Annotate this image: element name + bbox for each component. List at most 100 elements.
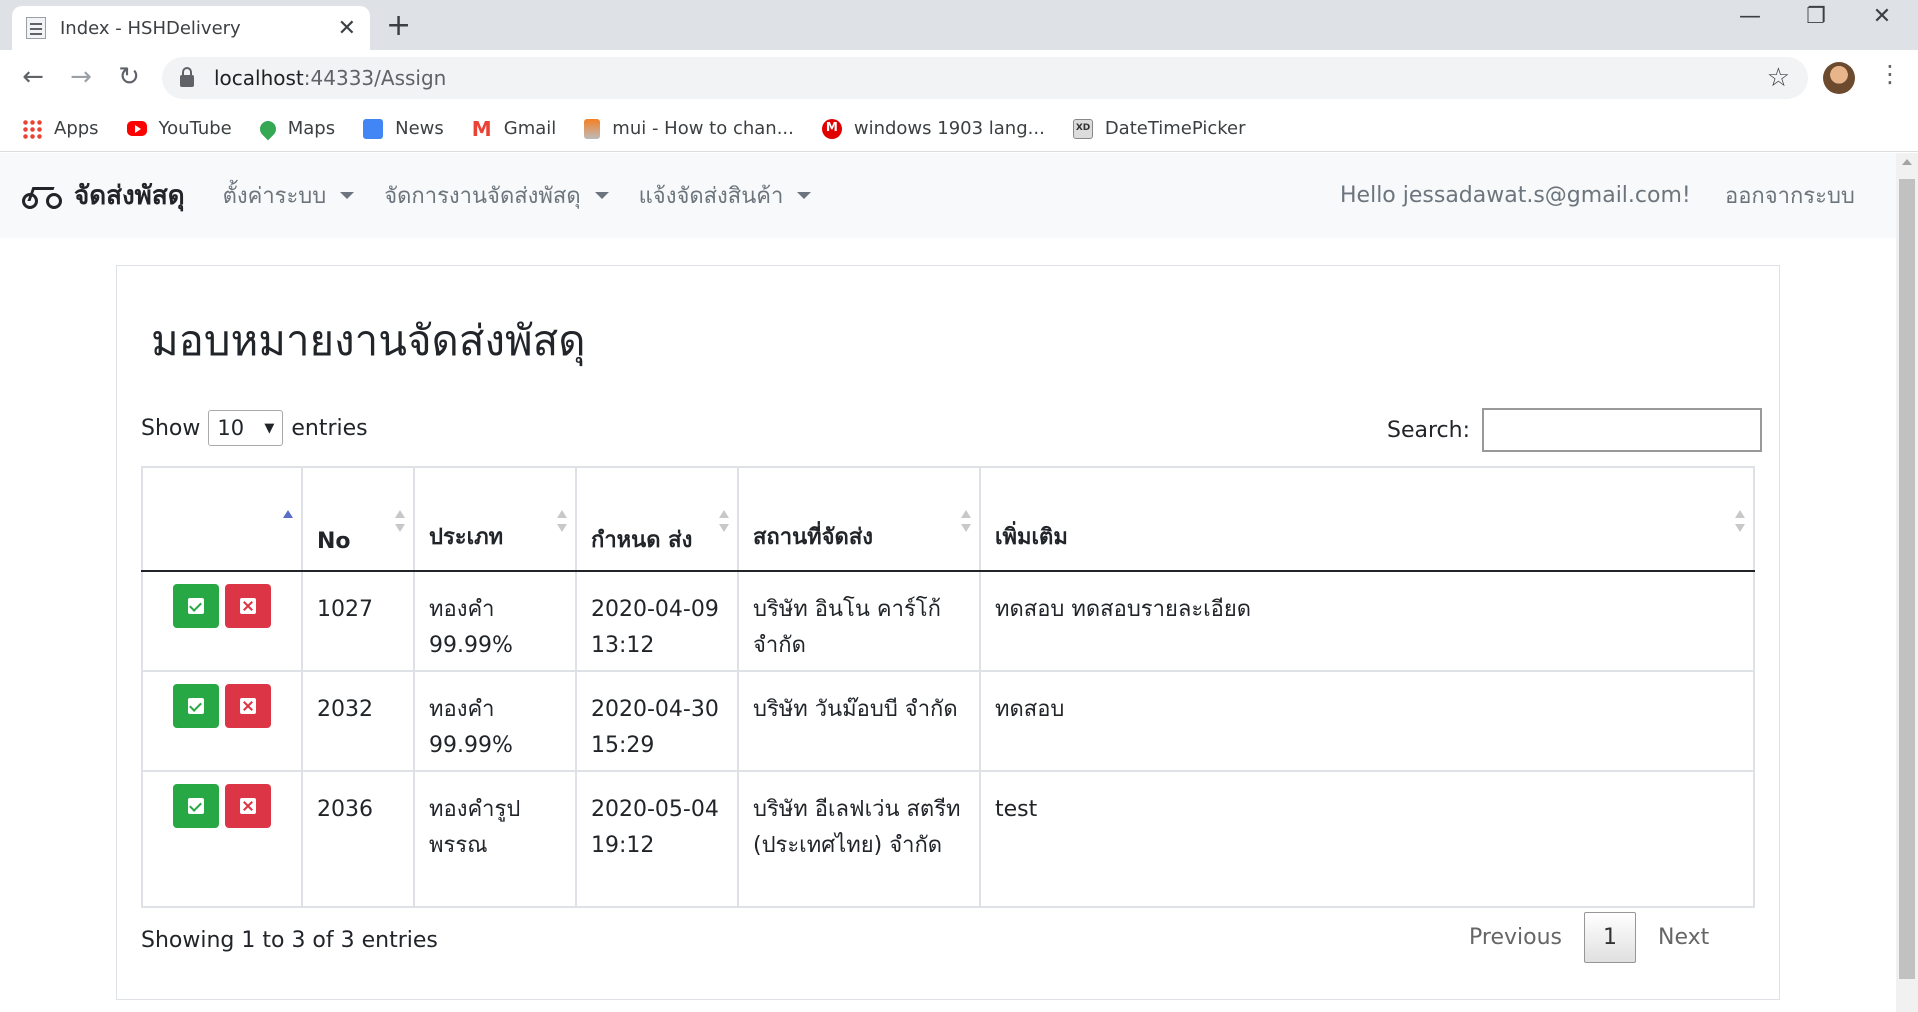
gmail-icon: [472, 117, 492, 141]
approve-button[interactable]: [173, 784, 219, 828]
cell-type: ทองคำรูปพรรณ: [413, 770, 577, 908]
approve-button[interactable]: [173, 684, 219, 728]
page-title: มอบหมายงานจัดส่งพัสดุ: [151, 316, 586, 365]
cell-place: บริษัท อินโน คาร์โก้ จำกัด: [737, 570, 981, 672]
column-header-no[interactable]: No: [301, 466, 415, 572]
dropdown-arrow-icon: ▼: [264, 420, 275, 436]
bicycle-icon: [22, 183, 62, 209]
bookmark-label: DateTimePicker: [1104, 118, 1246, 139]
page-favicon-icon: [26, 17, 46, 39]
cell-note: test: [979, 770, 1755, 908]
sort-icon[interactable]: [557, 510, 567, 532]
url-path: :44333/Assign: [303, 66, 447, 90]
maps-icon: [256, 117, 280, 140]
search-input[interactable]: [1482, 408, 1762, 452]
vertical-scrollbar[interactable]: [1896, 153, 1918, 1012]
menu-notify-delivery[interactable]: แจ้งจัดส่งสินค้า: [639, 178, 812, 213]
minimize-icon[interactable]: —: [1720, 4, 1780, 29]
user-greeting[interactable]: Hello jessadawat.s@gmail.com!: [1340, 183, 1691, 208]
check-icon: [188, 698, 204, 714]
reject-button[interactable]: [225, 584, 271, 628]
reject-button[interactable]: [225, 684, 271, 728]
news-icon: [363, 118, 384, 139]
bookmark-label: Maps: [287, 118, 336, 139]
forward-icon[interactable]: →: [64, 62, 98, 92]
new-tab-icon[interactable]: +: [386, 8, 411, 43]
previous-button[interactable]: Previous: [1447, 913, 1584, 962]
sort-icon[interactable]: [719, 510, 729, 532]
pagination: Previous 1 Next: [1447, 912, 1731, 963]
url-host: localhost: [214, 66, 304, 90]
bookmark-news[interactable]: News: [363, 118, 444, 139]
table-header-row: No ประเภท กำหนด ส่ง สถานที่จัดส่ง เพิ่มเ…: [141, 466, 1755, 572]
approve-button[interactable]: [173, 584, 219, 628]
menu-settings[interactable]: ตั้งค่าระบบ: [223, 178, 355, 213]
bookmark-apps[interactable]: Apps: [22, 118, 99, 139]
sort-icon[interactable]: [961, 510, 971, 532]
url-text[interactable]: localhost:44333/Assign: [214, 66, 1767, 90]
bookmark-label: YouTube: [158, 118, 232, 139]
entries-label: entries: [291, 415, 368, 441]
restore-icon[interactable]: ❐: [1786, 4, 1846, 29]
page-size-select[interactable]: 10 ▼: [208, 410, 284, 446]
actions-cell: [141, 670, 303, 772]
scroll-up-icon[interactable]: [1902, 159, 1912, 165]
menu-delivery-jobs[interactable]: จัดการงานจัดส่งพัสดุ: [384, 178, 609, 213]
sort-asc-icon[interactable]: [283, 510, 293, 532]
page-1-button[interactable]: 1: [1583, 912, 1636, 963]
bookmark-mui[interactable]: mui - How to chan...: [584, 118, 794, 139]
reject-button[interactable]: [225, 784, 271, 828]
bookmark-youtube[interactable]: YouTube: [126, 118, 232, 139]
column-header-note[interactable]: เพิ่มเติม: [979, 466, 1755, 572]
table-row: 2032 ทองคำ 99.99% 2020-04-30 15:29 บริษั…: [141, 670, 1755, 772]
bookmark-maps[interactable]: Maps: [256, 117, 336, 140]
header-label: No: [317, 529, 351, 554]
window-close-icon[interactable]: ✕: [1852, 4, 1912, 29]
browser-toolbar: ← → ↻ localhost:44333/Assign ☆ ⋮: [0, 50, 1918, 106]
menu-label: ตั้งค่าระบบ: [222, 184, 327, 209]
x-icon: [240, 698, 256, 714]
brand-link[interactable]: จัดส่งพัสดุ: [22, 175, 185, 216]
mui-icon: [821, 118, 842, 139]
scroll-thumb[interactable]: [1899, 179, 1915, 979]
cell-note: ทดสอบ ทดสอบรายละเอียด: [979, 570, 1755, 672]
bookmark-label: windows 1903 lang...: [853, 118, 1045, 139]
column-header-due[interactable]: กำหนด ส่ง: [575, 466, 739, 572]
browser-menu-icon[interactable]: ⋮: [1878, 60, 1902, 88]
bookmark-windows[interactable]: windows 1903 lang...: [821, 118, 1045, 139]
address-bar[interactable]: localhost:44333/Assign ☆: [162, 57, 1808, 99]
column-header-actions[interactable]: [141, 466, 303, 572]
sort-icon[interactable]: [1735, 510, 1745, 532]
logout-link[interactable]: ออกจากระบบ: [1725, 178, 1855, 213]
back-icon[interactable]: ←: [16, 62, 50, 92]
bookmark-datetimepicker[interactable]: DateTimePicker: [1072, 118, 1246, 139]
content-card: มอบหมายงานจัดส่งพัสดุ Show 10 ▼ entries …: [116, 265, 1780, 1000]
bookmark-star-icon[interactable]: ☆: [1767, 63, 1790, 93]
page-length-control: Show 10 ▼ entries: [141, 410, 368, 446]
assign-table: No ประเภท กำหนด ส่ง สถานที่จัดส่ง เพิ่มเ…: [141, 466, 1755, 908]
caret-down-icon: [340, 192, 355, 199]
cell-type: ทองคำ 99.99%: [413, 670, 577, 772]
cell-no: 2032: [301, 670, 415, 772]
reload-icon[interactable]: ↻: [112, 62, 146, 92]
check-icon: [188, 798, 204, 814]
cell-place: บริษัท อีเลฟเว่น สตรีท (ประเทศไทย) จำกัด: [737, 770, 981, 908]
sort-icon[interactable]: [395, 510, 405, 532]
tab-title: Index - HSHDelivery: [60, 17, 241, 39]
next-button[interactable]: Next: [1636, 913, 1731, 962]
youtube-icon: [126, 121, 147, 136]
browser-tabstrip: Index - HSHDelivery ✕ + — ❐ ✕: [0, 0, 1918, 50]
actions-cell: [141, 570, 303, 672]
profile-avatar[interactable]: [1823, 62, 1855, 94]
cell-due: 2020-04-09 13:12: [575, 570, 739, 672]
show-label: Show: [141, 415, 201, 441]
browser-tab[interactable]: Index - HSHDelivery ✕: [12, 6, 370, 50]
search-label: Search:: [1387, 417, 1470, 443]
tab-close-icon[interactable]: ✕: [338, 16, 356, 41]
cell-no: 2036: [301, 770, 415, 908]
bookmark-gmail[interactable]: Gmail: [472, 117, 557, 141]
column-header-place[interactable]: สถานที่จัดส่ง: [737, 466, 981, 572]
column-header-type[interactable]: ประเภท: [413, 466, 577, 572]
brand-label: จัดส่งพัสดุ: [74, 181, 185, 211]
table-row: 1027 ทองคำ 99.99% 2020-04-09 13:12 บริษั…: [141, 570, 1755, 672]
